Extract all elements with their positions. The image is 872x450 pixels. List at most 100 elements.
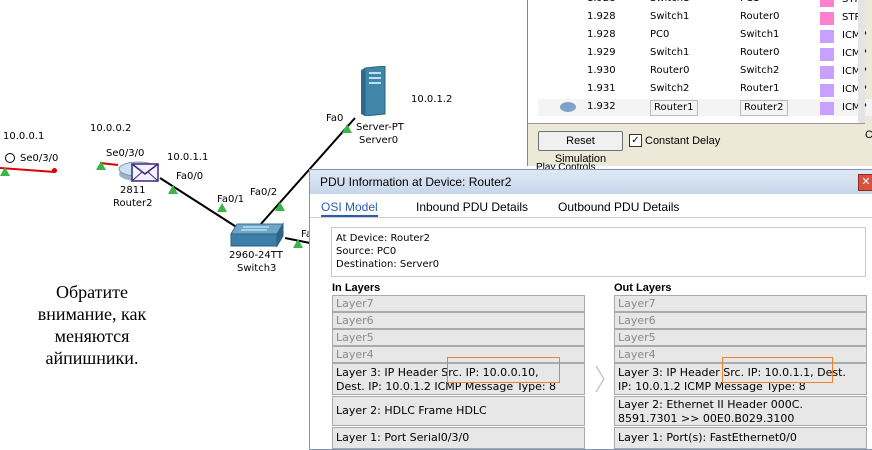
server-model-label: Server-PT — [356, 122, 404, 133]
constant-delay-checkbox[interactable]: ✓ — [629, 134, 642, 147]
link-light-left — [0, 167, 10, 176]
event-type: STP — [820, 0, 861, 7]
out-layer2[interactable]: Layer 2: Ethernet II Header 000C. 8591.7… — [614, 396, 867, 426]
out-layer2-line1: Layer 2: Ethernet II Header 000C. — [618, 398, 803, 411]
event-color-swatch — [820, 66, 834, 79]
event-row[interactable]: 1.930 Router0 Switch2 ICMP — [538, 63, 872, 80]
partial-letter: C — [865, 129, 872, 141]
link-light-router-se — [96, 161, 106, 170]
event-row[interactable]: 1.929 Switch1 Router0 ICMP — [538, 45, 872, 62]
scrollbar[interactable] — [858, 0, 865, 123]
link-light-switch-fa02 — [275, 202, 285, 211]
event-at-device: Router0 — [740, 11, 780, 22]
event-type: ICMP — [820, 28, 867, 43]
router-fa0-0-label: Fa0/0 — [176, 171, 204, 182]
event-type: ICMP — [820, 100, 867, 115]
pdu-titlebar: PDU Information at Device: Router2 ✕ — [310, 170, 872, 194]
out-src-ip-highlight — [722, 357, 833, 383]
event-time: 1.932 — [587, 101, 616, 112]
se-left-label: Se0/3/0 — [20, 153, 59, 164]
event-last-device: Switch1 — [650, 47, 690, 58]
pdu-info-box: At Device: Router2 Source: PC0 Destinati… — [331, 227, 866, 277]
tab-osi-model[interactable]: OSI Model — [321, 197, 378, 217]
out-layer5[interactable]: Layer5 — [614, 329, 867, 346]
event-time: 1.928 — [587, 29, 616, 40]
switch-icon-shape — [230, 222, 284, 248]
in-layer1[interactable]: Layer 1: Port Serial0/3/0 — [332, 427, 585, 449]
event-list-panel: 1.928 Switch1 PC1 STP 1.928 Switch1 Router0 STP… — [527, 0, 872, 173]
link-light-router-fa — [168, 185, 178, 194]
out-layer1[interactable]: Layer 1: Port(s): FastEthernet0/0 — [614, 427, 867, 449]
link-light-server — [342, 124, 352, 133]
out-layers-title: Out Layers — [614, 282, 672, 294]
tab-inbound-pdu-details[interactable]: Inbound PDU Details — [416, 197, 528, 217]
annotation-note: Обратите внимание, как меняются айпишник… — [37, 282, 147, 368]
event-time: 1.929 — [587, 47, 616, 58]
pdu-information-window: PDU Information at Device: Router2 ✕ OSI… — [309, 169, 872, 450]
event-time: 1.931 — [587, 83, 616, 94]
event-last-device: Switch1 — [650, 11, 690, 22]
event-at-device: Switch1 — [740, 29, 780, 40]
link-light-switch-right — [293, 239, 303, 248]
event-color-swatch — [820, 12, 834, 25]
envelope-icon[interactable] — [131, 163, 159, 182]
event-time: 1.928 — [587, 0, 616, 7]
destination-text: Destination: Server0 — [336, 259, 440, 270]
event-color-swatch — [820, 30, 834, 43]
out-layer2-line2: 8591.7301 >> 00E0.B029.3100 — [618, 412, 795, 425]
event-time: 1.928 — [587, 11, 616, 22]
event-last-device: Switch1 — [650, 0, 689, 7]
event-at-device: PC1 — [740, 0, 759, 7]
in-layer6[interactable]: Layer6 — [332, 312, 585, 329]
server-icon[interactable] — [361, 65, 387, 117]
router-name-label: Router2 — [113, 198, 153, 209]
event-row[interactable]: 1.928 PC0 Switch1 ICMP — [538, 27, 872, 44]
close-icon[interactable]: ✕ — [858, 174, 872, 191]
switch-name-label: Switch3 — [237, 263, 277, 274]
server-name-label: Server0 — [359, 135, 399, 146]
server-ip-label: 10.0.1.2 — [411, 94, 453, 105]
event-row[interactable]: 1.931 Switch2 Router1 ICMP — [538, 81, 872, 98]
event-last-device: PC0 — [650, 29, 670, 40]
event-at-device: Router1 — [740, 83, 780, 94]
event-last-device: Router1 — [650, 100, 698, 116]
event-color-swatch — [820, 102, 834, 115]
envelope-icon-shape — [131, 163, 159, 182]
in-layers-title: In Layers — [332, 282, 381, 294]
switch-icon[interactable] — [229, 222, 285, 248]
at-device-text: At Device: Router2 — [336, 233, 431, 244]
source-text: Source: PC0 — [336, 246, 397, 257]
reset-simulation-button[interactable]: Reset Simulation — [538, 131, 623, 165]
event-type: ICMP — [820, 82, 867, 97]
event-color-swatch — [820, 48, 834, 61]
se-router2-label: Se0/3/0 — [106, 148, 145, 159]
ip-left-label: 10.0.0.1 — [3, 131, 45, 142]
event-row[interactable]: 1.928 Switch1 Router0 STP — [538, 9, 872, 26]
event-type: STP — [820, 10, 861, 25]
server-fa0-label: Fa0 — [326, 113, 344, 124]
in-layer2[interactable]: Layer 2: HDLC Frame HDLC — [332, 396, 585, 426]
ip-router2-se-label: 10.0.0.2 — [90, 123, 132, 134]
clock-icon — [5, 153, 15, 163]
constant-delay-label: Constant Delay — [645, 135, 721, 147]
tab-outbound-pdu-details[interactable]: Outbound PDU Details — [558, 197, 679, 217]
server-icon-shape — [361, 65, 386, 117]
event-row[interactable]: 1.932 Router1 Router2 ICMP — [538, 99, 872, 116]
event-last-device: Switch2 — [650, 83, 690, 94]
out-layer6[interactable]: Layer6 — [614, 312, 867, 329]
in-src-ip-highlight — [447, 357, 560, 383]
in-layer7[interactable]: Layer7 — [332, 295, 585, 312]
switch-fa0-1-label: Fa0/1 — [217, 194, 245, 205]
event-at-device: Router0 — [740, 47, 780, 58]
out-layer7[interactable]: Layer7 — [614, 295, 867, 312]
event-color-swatch — [820, 84, 834, 97]
event-row[interactable]: 1.928 Switch1 PC1 STP — [538, 0, 872, 8]
router-model-label: 2811 — [120, 185, 146, 196]
event-time: 1.930 — [587, 65, 616, 76]
tab-strip-divider — [310, 217, 872, 218]
switch-fa0-2-label: Fa0/2 — [250, 187, 278, 198]
ip-router2-fa-label: 10.0.1.1 — [167, 152, 209, 163]
in-layer5[interactable]: Layer5 — [332, 329, 585, 346]
event-at-device: Router2 — [740, 100, 788, 116]
event-color-swatch — [820, 0, 834, 7]
